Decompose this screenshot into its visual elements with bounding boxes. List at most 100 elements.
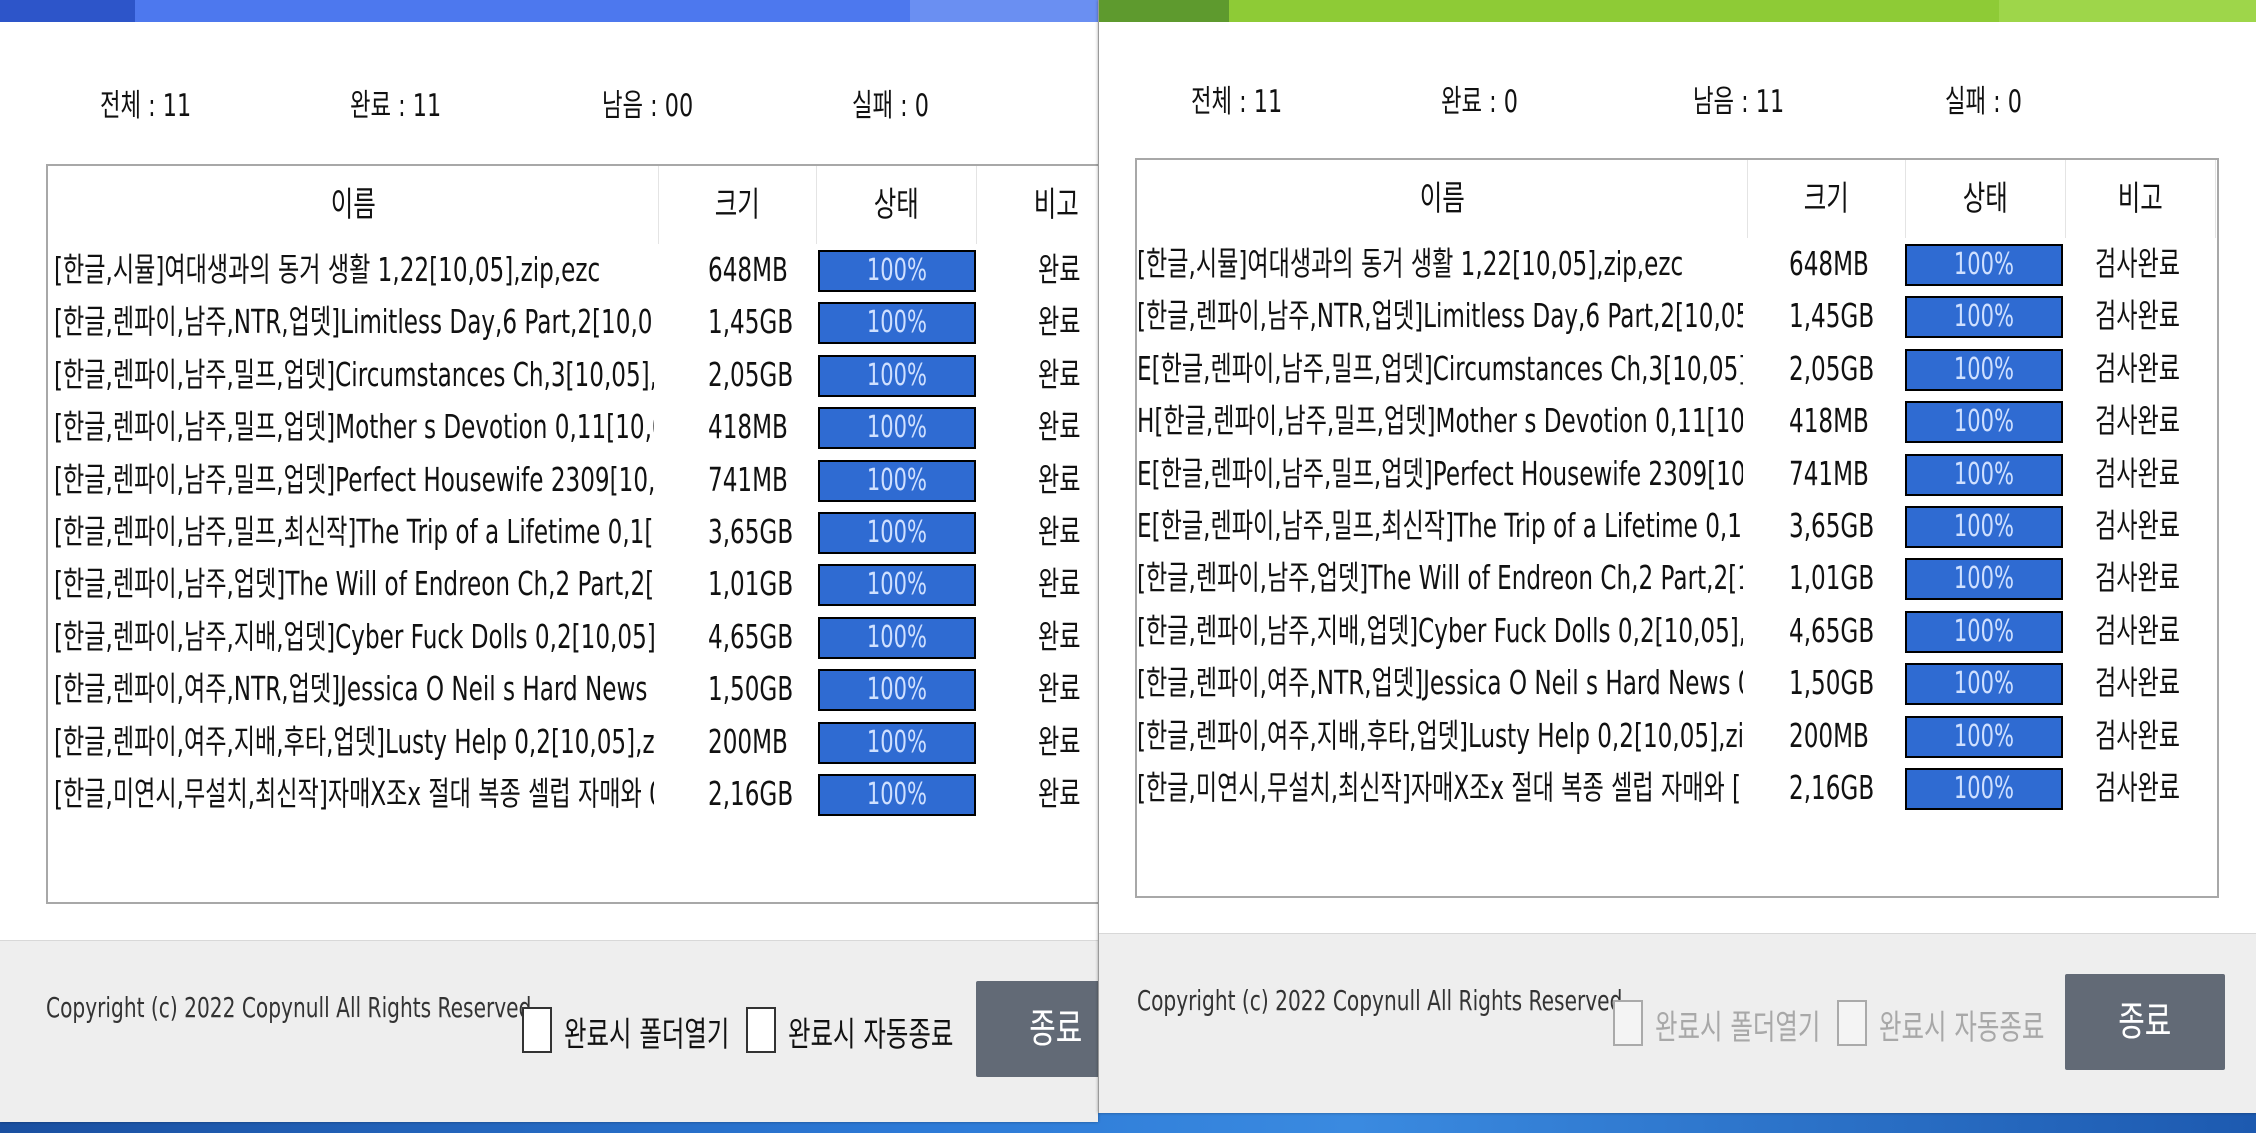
file-row[interactable]: [한글,렌파이,남주,NTR,업뎃]Limitless Day,6 Part,2… bbox=[48, 296, 1098, 348]
file-note: 완료 bbox=[1038, 354, 1081, 394]
exit-button[interactable]: 종료 bbox=[976, 981, 1098, 1077]
column-header-status[interactable]: 상태 bbox=[1905, 160, 2066, 238]
progress-bar: 100% bbox=[818, 459, 976, 502]
left-window-titlebar[interactable] bbox=[0, 0, 1098, 22]
right-file-list[interactable]: 이름 크기 상태 비고 [한글,시뮬]여대생과의 동거 생활 1,22[10,0… bbox=[1135, 158, 2219, 898]
progress-text: 100% bbox=[866, 305, 928, 341]
file-name: [한글,시뮬]여대생과의 동거 생활 1,22[10,05],zip,ezc bbox=[54, 250, 601, 289]
file-row[interactable]: [한글,렌파이,남주,NTR,업뎃]Limitless Day,6 Part,2… bbox=[1137, 290, 2217, 342]
progress-text: 100% bbox=[866, 672, 928, 708]
auto-exit-label[interactable]: 완료시 자동종료 bbox=[788, 1007, 953, 1056]
progress-text: 100% bbox=[1953, 509, 2015, 544]
file-note: 검사완료 bbox=[2095, 558, 2181, 598]
failed-count: 실패 : 0 bbox=[852, 88, 929, 124]
file-row[interactable]: [한글,렌파이,여주,NTR,업뎃]Jessica O Neil s Hard … bbox=[1137, 657, 2217, 709]
column-header-name[interactable]: 이름 bbox=[48, 166, 659, 244]
progress-bar: 100% bbox=[818, 512, 976, 554]
remaining-count: 남음 : 00 bbox=[602, 88, 694, 124]
file-row[interactable]: [한글,렌파이,여주,NTR,업뎃]Jessica O Neil s Hard … bbox=[48, 663, 1098, 715]
file-note: 완료 bbox=[1038, 250, 1081, 289]
left-footer: Copyright (c) 2022 Copynull All Rights R… bbox=[0, 940, 1098, 1122]
total-count: 전체 : 11 bbox=[1191, 84, 1283, 120]
file-name: [한글,시뮬]여대생과의 동거 생활 1,22[10,05],zip,ezc bbox=[1137, 244, 1684, 283]
file-row[interactable]: E[한글,렌파이,남주,밀프,업뎃]Perfect Housewife 2309… bbox=[1137, 448, 2217, 500]
column-header-note[interactable]: 비고 bbox=[976, 166, 1098, 244]
progress-text: 100% bbox=[866, 462, 928, 498]
progress-text: 100% bbox=[1953, 666, 2015, 702]
right-window-titlebar[interactable] bbox=[1099, 0, 2256, 22]
file-note: 완료 bbox=[1038, 564, 1081, 604]
progress-bar: 100% bbox=[1905, 348, 2063, 391]
file-name: [한글,미연시,무설치,최신작]자매X조x 절대 복종 셀럽 자매와 [ bbox=[1137, 768, 1742, 807]
progress-text: 100% bbox=[866, 253, 928, 288]
progress-bar: 100% bbox=[1905, 401, 2063, 444]
file-row[interactable]: [한글,렌파이,남주,밀프,업뎃]Circumstances Ch,3[10,0… bbox=[48, 349, 1098, 401]
file-row[interactable]: [한글,렌파이,남주,지배,업뎃]Cyber Fuck Dolls 0,2[10… bbox=[1137, 605, 2217, 657]
open-folder-checkbox[interactable] bbox=[522, 1007, 552, 1053]
auto-exit-checkbox[interactable] bbox=[746, 1007, 776, 1053]
remaining-count: 남음 : 11 bbox=[1693, 84, 1785, 120]
file-name: [한글,렌파이,남주,밀프,최신작]The Trip of a Lifetime… bbox=[54, 512, 654, 551]
progress-text: 100% bbox=[866, 515, 928, 550]
file-row[interactable]: [한글,미연시,무설치,최신작]자매X조x 절대 복종 셀럽 자매와 [2,16… bbox=[1137, 762, 2217, 814]
column-header-status[interactable]: 상태 bbox=[816, 166, 977, 244]
file-note: 완료 bbox=[1038, 721, 1081, 761]
done-count: 완료 : 0 bbox=[1441, 84, 1518, 120]
progress-bar: 100% bbox=[818, 774, 976, 816]
file-name: [한글,렌파이,여주,NTR,업뎃]Jessica O Neil s Hard … bbox=[54, 669, 654, 709]
exit-button[interactable]: 종료 bbox=[2065, 974, 2225, 1070]
list-header: 이름 크기 상태 비고 bbox=[1137, 160, 2217, 238]
file-row[interactable]: [한글,렌파이,여주,지배,후타,업뎃]Lusty Help 0,2[10,05… bbox=[1137, 710, 2217, 762]
file-row[interactable]: [한글,렌파이,남주,업뎃]The Will of Endreon Ch,2 P… bbox=[48, 558, 1098, 610]
column-header-note[interactable]: 비고 bbox=[2065, 160, 2216, 238]
file-note: 검사완료 bbox=[2095, 348, 2181, 388]
file-name: [한글,렌파이,여주,NTR,업뎃]Jessica O Neil s Hard … bbox=[1137, 663, 1743, 703]
file-row[interactable]: [한글,렌파이,남주,밀프,업뎃]Mother s Devotion 0,11[… bbox=[48, 401, 1098, 453]
auto-exit-checkbox bbox=[1837, 1000, 1867, 1046]
file-size: 200MB bbox=[708, 721, 788, 761]
file-row[interactable]: [한글,렌파이,남주,지배,업뎃]Cyber Fuck Dolls 0,2[10… bbox=[48, 611, 1098, 663]
file-note: 검사완료 bbox=[2095, 663, 2181, 703]
file-note: 검사완료 bbox=[2095, 244, 2181, 283]
total-count: 전체 : 11 bbox=[100, 88, 192, 124]
file-row[interactable]: [한글,렌파이,남주,밀프,최신작]The Trip of a Lifetime… bbox=[48, 506, 1098, 558]
file-size: 741MB bbox=[708, 459, 788, 499]
file-row[interactable]: E[한글,렌파이,남주,밀프,업뎃]Circumstances Ch,3[10,… bbox=[1137, 343, 2217, 395]
progress-text: 100% bbox=[1953, 456, 2015, 492]
file-note: 완료 bbox=[1038, 512, 1081, 551]
file-name: [한글,렌파이,여주,지배,후타,업뎃]Lusty Help 0,2[10,05… bbox=[1137, 715, 1743, 755]
file-name: [한글,렌파이,남주,밀프,업뎃]Mother s Devotion 0,11[… bbox=[54, 407, 654, 447]
left-stats-bar: 전체 : 11 완료 : 11 남음 : 00 실패 : 0 bbox=[0, 80, 1098, 140]
file-row[interactable]: [한글,렌파이,남주,업뎃]The Will of Endreon Ch,2 P… bbox=[1137, 552, 2217, 604]
file-row[interactable]: H[한글,렌파이,남주,밀프,업뎃]Mother s Devotion 0,11… bbox=[1137, 395, 2217, 447]
progress-text: 100% bbox=[866, 410, 928, 446]
list-header: 이름 크기 상태 비고 bbox=[48, 166, 1098, 244]
file-row[interactable]: [한글,렌파이,남주,밀프,업뎃]Perfect Housewife 2309[… bbox=[48, 454, 1098, 506]
left-file-list[interactable]: 이름 크기 상태 비고 [한글,시뮬]여대생과의 동거 생활 1,22[10,0… bbox=[46, 164, 1098, 904]
progress-text: 100% bbox=[1953, 561, 2015, 597]
progress-text: 100% bbox=[866, 567, 928, 603]
progress-bar: 100% bbox=[1905, 506, 2063, 548]
file-note: 검사완료 bbox=[2095, 610, 2181, 650]
file-row[interactable]: E[한글,렌파이,남주,밀프,최신작]The Trip of a Lifetim… bbox=[1137, 500, 2217, 552]
file-row[interactable]: [한글,미연시,무설치,최신작]자매X조x 절대 복종 셀럽 자매와 0 2,16… bbox=[48, 768, 1098, 820]
column-header-size[interactable]: 크기 bbox=[658, 166, 817, 244]
open-folder-label[interactable]: 완료시 폴더열기 bbox=[564, 1007, 729, 1056]
file-size: 648MB bbox=[1789, 244, 1869, 283]
file-row[interactable]: [한글,시뮬]여대생과의 동거 생활 1,22[10,05],zip,ezc 64… bbox=[1137, 238, 2217, 290]
file-size: 418MB bbox=[708, 407, 788, 447]
progress-text: 100% bbox=[1953, 613, 2015, 649]
file-size: 2,05GB bbox=[1789, 348, 1875, 388]
file-row[interactable]: [한글,시뮬]여대생과의 동거 생활 1,22[10,05],zip,ezc 64… bbox=[48, 244, 1098, 296]
file-name: [한글,렌파이,남주,업뎃]The Will of Endreon Ch,2 P… bbox=[1137, 558, 1743, 598]
column-header-name[interactable]: 이름 bbox=[1137, 160, 1748, 238]
column-header-size[interactable]: 크기 bbox=[1747, 160, 1906, 238]
auto-exit-label: 완료시 자동종료 bbox=[1879, 1008, 2045, 1048]
progress-text: 100% bbox=[866, 619, 928, 655]
file-name: E[한글,렌파이,남주,밀프,업뎃]Circumstances Ch,3[10,… bbox=[1137, 348, 1743, 388]
file-name: E[한글,렌파이,남주,밀프,업뎃]Perfect Housewife 2309… bbox=[1137, 453, 1743, 493]
file-row[interactable]: [한글,렌파이,여주,지배,후타,업뎃]Lusty Help 0,2[10,05… bbox=[48, 716, 1098, 768]
progress-bar: 100% bbox=[1905, 296, 2063, 339]
file-size: 2,16GB bbox=[708, 774, 794, 813]
progress-bar: 100% bbox=[818, 721, 976, 764]
